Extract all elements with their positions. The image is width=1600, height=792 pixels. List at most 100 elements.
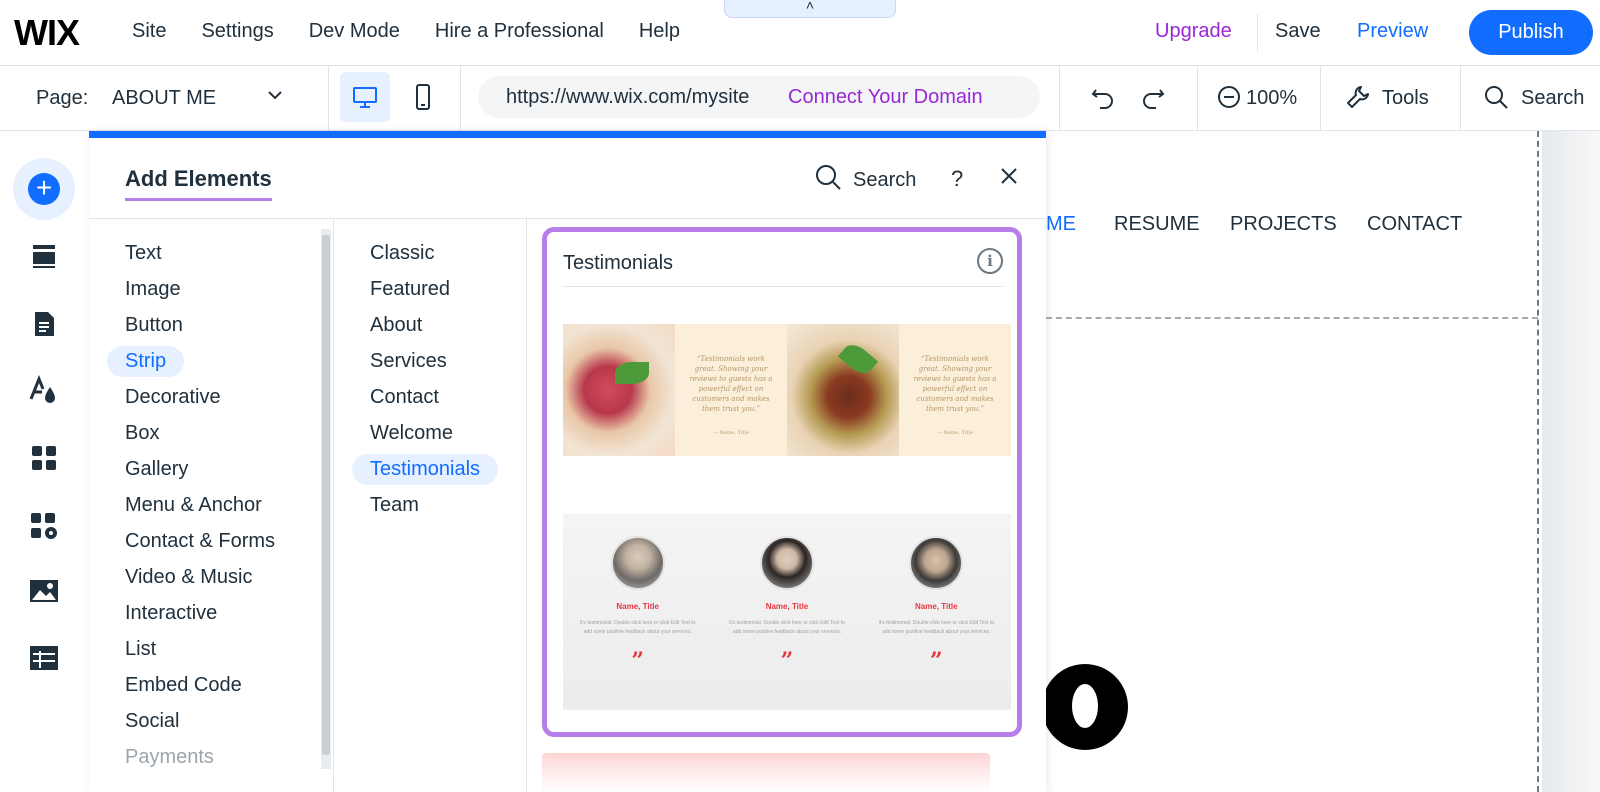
divider (1320, 66, 1321, 130)
search-button[interactable]: Search (1521, 87, 1584, 110)
testimonial-strip-people[interactable]: Name, Title It's testimonial. Double cli… (563, 514, 1011, 710)
category-menu-anchor[interactable]: Menu & Anchor (125, 494, 262, 517)
category-box[interactable]: Box (125, 422, 159, 445)
category-list: Text Image Button Strip Decorative Box G… (89, 219, 333, 792)
undo-icon[interactable] (1090, 84, 1116, 110)
business-icon (31, 513, 57, 539)
subcategory-welcome[interactable]: Welcome (370, 422, 453, 445)
panel-search-button[interactable]: Search (853, 169, 916, 192)
add-elements-panel: Add Elements Search ? Text Image Button … (89, 131, 1046, 792)
menu-settings[interactable]: Settings (201, 20, 273, 43)
testimonial-strip-food[interactable]: “Testimonials work great. Showing your r… (563, 324, 1011, 456)
category-video-music[interactable]: Video & Music (125, 566, 252, 589)
site-nav-contact[interactable]: CONTACT (1367, 213, 1462, 236)
panel-title: Add Elements (125, 166, 272, 201)
site-url: https://www.wix.com/mysite (506, 86, 750, 108)
menu-help[interactable]: Help (639, 20, 680, 43)
info-icon[interactable]: i (977, 248, 1003, 274)
category-button[interactable]: Button (125, 314, 183, 337)
category-gallery[interactable]: Gallery (125, 458, 188, 481)
category-strip[interactable]: Strip (107, 346, 185, 377)
zoom-out-icon[interactable] (1216, 84, 1242, 110)
subcategory-testimonials[interactable]: Testimonials (352, 454, 499, 485)
subcategory-about[interactable]: About (370, 314, 422, 337)
wix-logo[interactable]: WIX (14, 12, 80, 54)
mobile-view-button[interactable] (398, 72, 448, 122)
upgrade-link[interactable]: Upgrade (1155, 20, 1232, 43)
category-text[interactable]: Text (125, 242, 162, 265)
publish-button[interactable]: Publish (1469, 10, 1593, 55)
subcategory-contact[interactable]: Contact (370, 386, 439, 409)
category-payments[interactable]: Payments (125, 746, 214, 769)
site-heading-glyph[interactable] (1042, 664, 1128, 750)
add-elements-button[interactable]: + (13, 158, 75, 220)
design-icon (29, 375, 55, 403)
business-tools-button[interactable] (20, 502, 68, 550)
site-nav-about[interactable]: ME (1046, 213, 1076, 236)
category-image[interactable]: Image (125, 278, 181, 301)
search-icon[interactable] (813, 162, 843, 192)
apps-button[interactable] (20, 434, 68, 482)
next-section-thumbnail[interactable] (542, 753, 990, 792)
person-text: It's testimonial. Double click here or c… (729, 620, 845, 635)
avatar (909, 536, 964, 590)
category-social[interactable]: Social (125, 710, 179, 733)
quote-text: “Testimonials work great. Showing your r… (689, 355, 773, 413)
editor-toolbar: Page: ABOUT ME https://www.wix.com/mysit… (0, 66, 1600, 131)
food-photo (563, 324, 675, 456)
desktop-view-button[interactable] (340, 72, 390, 122)
person-name: Name, Title (915, 602, 958, 611)
scrollbar-thumb[interactable] (322, 235, 330, 755)
wrench-icon[interactable] (1344, 83, 1372, 111)
divider (1059, 66, 1060, 130)
preview-button[interactable]: Preview (1357, 20, 1428, 43)
tools-button[interactable]: Tools (1382, 87, 1429, 110)
divider (328, 66, 329, 130)
help-icon[interactable]: ? (951, 166, 963, 192)
divider (460, 66, 461, 130)
menu-site[interactable]: Site (132, 20, 166, 43)
subcategory-classic[interactable]: Classic (370, 242, 434, 265)
redo-icon[interactable] (1140, 84, 1166, 110)
desktop-icon (353, 87, 377, 108)
page-selector[interactable]: ABOUT ME (112, 87, 216, 110)
menu-dev-mode[interactable]: Dev Mode (309, 20, 400, 43)
page-label: Page: (36, 87, 89, 109)
pages-button[interactable] (20, 300, 68, 348)
category-list[interactable]: List (125, 638, 156, 661)
collapse-handle[interactable]: ˄ (724, 0, 896, 18)
category-scrollbar[interactable] (321, 229, 331, 769)
subcategory-services[interactable]: Services (370, 350, 447, 373)
media-button[interactable] (20, 568, 68, 616)
zoom-level[interactable]: 100% (1246, 87, 1297, 110)
testimonial-quote: “Testimonials work great. Showing your r… (899, 324, 1011, 456)
design-button[interactable] (20, 366, 68, 414)
person-text: It's testimonial. Double click here or c… (878, 620, 995, 635)
sections-icon (33, 245, 55, 268)
subcategory-featured[interactable]: Featured (370, 278, 450, 301)
image-icon (30, 580, 58, 602)
connect-domain-link[interactable]: Connect Your Domain (788, 86, 983, 109)
food-photo (787, 324, 899, 456)
table-icon (30, 646, 58, 670)
category-embed-code[interactable]: Embed Code (125, 674, 242, 697)
chevron-down-icon[interactable] (264, 84, 286, 106)
search-icon[interactable] (1482, 83, 1510, 111)
category-decorative[interactable]: Decorative (125, 386, 221, 409)
close-icon[interactable] (997, 164, 1021, 188)
category-contact-forms[interactable]: Contact & Forms (125, 530, 275, 553)
card-title: Testimonials (563, 252, 674, 274)
site-nav-resume[interactable]: RESUME (1114, 213, 1200, 236)
subcategory-team[interactable]: Team (370, 494, 419, 517)
testimonials-section-card[interactable]: Testimonials i “Testimonials work great.… (542, 227, 1022, 737)
garnish-shape (837, 339, 879, 379)
save-button[interactable]: Save (1275, 20, 1321, 43)
cms-button[interactable] (20, 634, 68, 682)
divider (1257, 14, 1258, 52)
site-nav-projects[interactable]: PROJECTS (1230, 213, 1337, 236)
category-interactive[interactable]: Interactive (125, 602, 217, 625)
divider (1460, 66, 1461, 130)
menu-hire-professional[interactable]: Hire a Professional (435, 20, 604, 43)
sections-button[interactable] (20, 232, 68, 280)
main-menu: Site Settings Dev Mode Hire a Profession… (132, 20, 680, 43)
